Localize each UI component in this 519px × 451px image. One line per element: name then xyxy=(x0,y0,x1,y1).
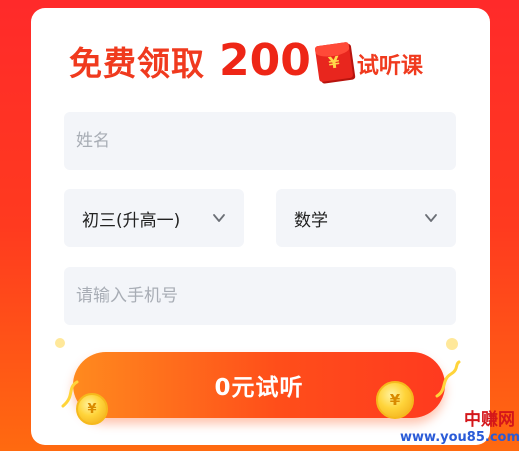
title-amount: 200 xyxy=(219,35,311,86)
free-trial-label: 0元试听 xyxy=(214,375,304,401)
signup-card: 免费领取 200 ¥ 试听课 初三(升高一) 数学 0元试听 ¥ ¥ xyxy=(31,8,490,445)
confetti-dot xyxy=(55,338,65,348)
red-envelope-icon: ¥ xyxy=(314,41,354,83)
coin-symbol: ¥ xyxy=(87,401,97,417)
name-input[interactable] xyxy=(64,131,456,151)
name-field[interactable] xyxy=(64,112,456,170)
grade-value: 初三(升高一) xyxy=(82,210,181,231)
title-main: 免费领取 xyxy=(69,44,205,83)
watermark-url: www.you85.com xyxy=(400,430,519,445)
phone-input[interactable] xyxy=(64,286,456,306)
confetti-dot xyxy=(446,338,458,350)
coin-symbol: ¥ xyxy=(389,391,401,409)
promo-title: 免费领取 200 ¥ 试听课 xyxy=(69,35,423,86)
confetti-streamer-icon xyxy=(435,360,461,398)
chevron-down-icon xyxy=(213,214,225,222)
confetti-streamer-icon xyxy=(61,380,79,408)
grade-select[interactable]: 初三(升高一) xyxy=(64,189,244,247)
title-suffix: 试听课 xyxy=(356,54,423,79)
subject-value: 数学 xyxy=(294,210,328,231)
site-watermark: 中赚网 www.you85.com xyxy=(400,410,519,450)
phone-field[interactable] xyxy=(64,267,456,325)
chevron-down-icon xyxy=(425,214,437,222)
yen-symbol: ¥ xyxy=(327,51,341,73)
subject-select[interactable]: 数学 xyxy=(276,189,456,247)
watermark-brand: 中赚网 xyxy=(464,410,515,430)
